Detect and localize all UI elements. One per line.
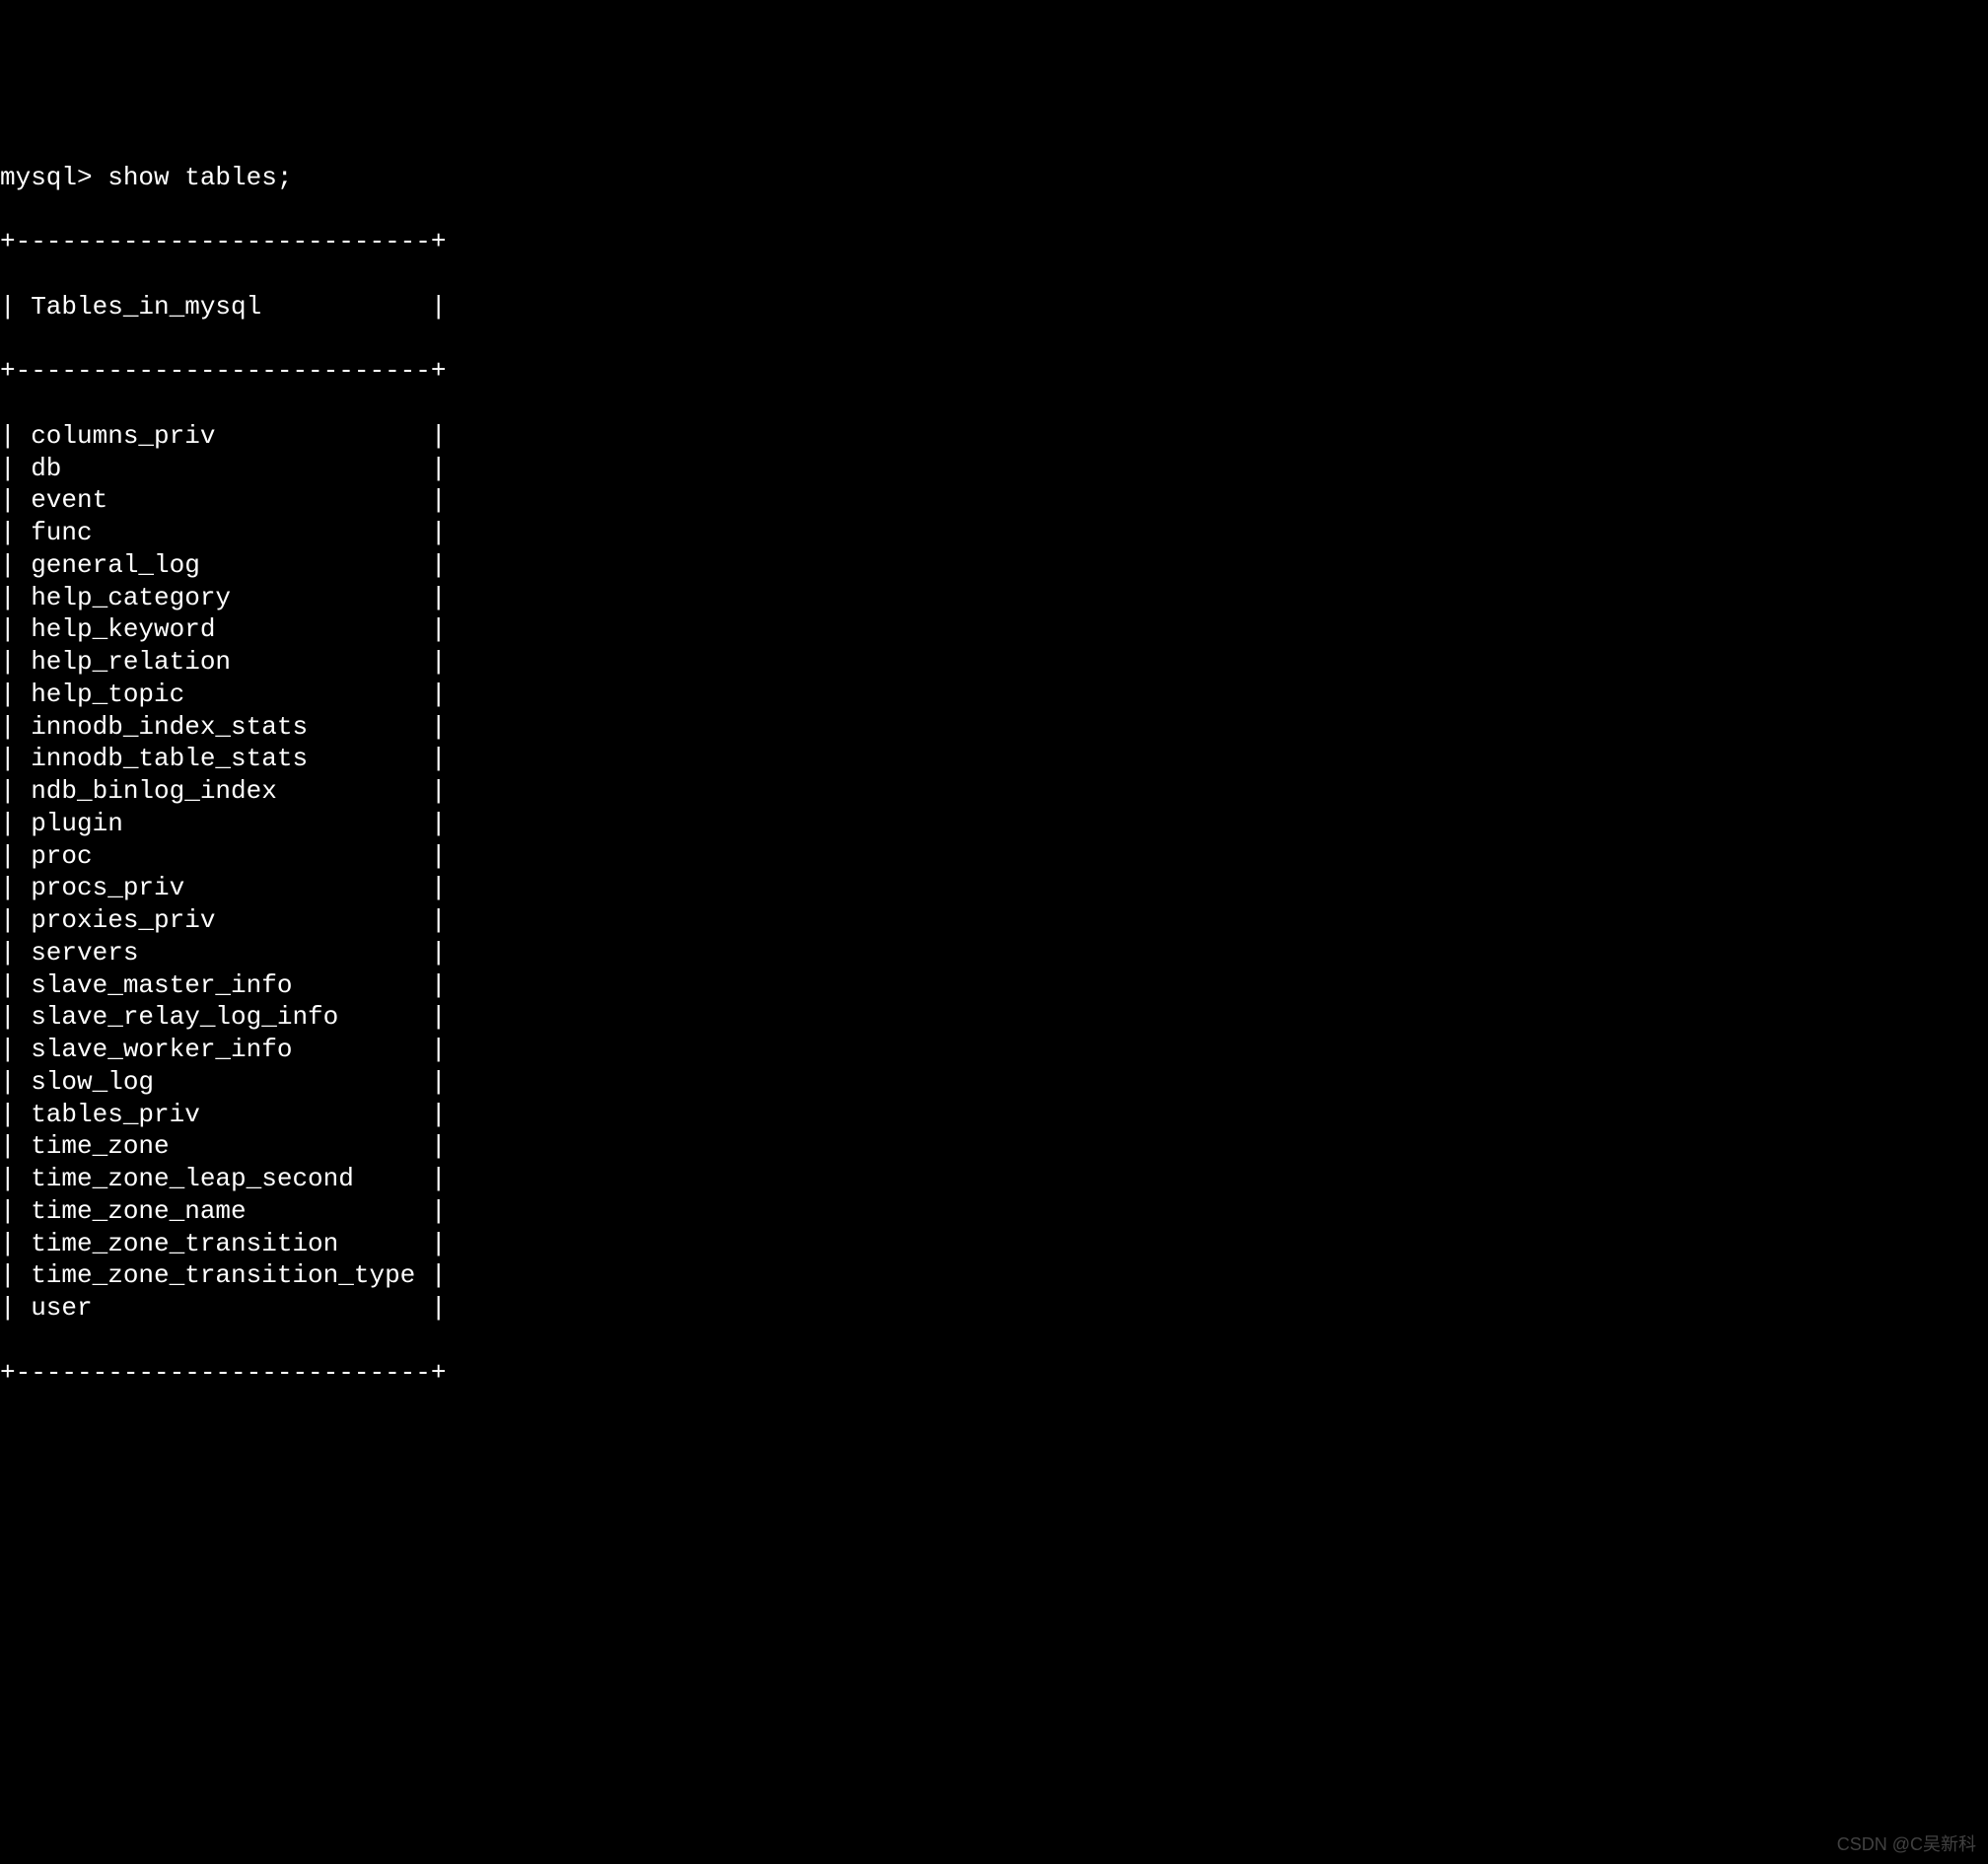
table-row: | tables_priv | xyxy=(0,1099,1988,1131)
table-row: | help_category | xyxy=(0,582,1988,614)
table-body: | columns_priv || db || event || func ||… xyxy=(0,420,1988,1325)
table-row: | proxies_priv | xyxy=(0,904,1988,937)
table-row: | help_keyword | xyxy=(0,613,1988,646)
table-row: | db | xyxy=(0,453,1988,485)
table-row: | slave_worker_info | xyxy=(0,1034,1988,1066)
table-header-row: | Tables_in_mysql | xyxy=(0,291,1988,323)
table-row: | event | xyxy=(0,484,1988,517)
table-row: | general_log | xyxy=(0,549,1988,582)
table-row: | time_zone_name | xyxy=(0,1195,1988,1228)
table-row: | time_zone | xyxy=(0,1130,1988,1163)
table-row: | time_zone_transition | xyxy=(0,1228,1988,1260)
watermark-text: CSDN @C吴新科 xyxy=(1837,1833,1976,1856)
table-row: | ndb_binlog_index | xyxy=(0,775,1988,808)
table-row: | slave_relay_log_info | xyxy=(0,1001,1988,1034)
table-row: | slave_master_info | xyxy=(0,969,1988,1002)
table-row: | time_zone_transition_type | xyxy=(0,1259,1988,1292)
table-row: | slow_log | xyxy=(0,1066,1988,1099)
command-line[interactable]: mysql> show tables; xyxy=(0,162,1988,194)
mysql-terminal-output: mysql> show tables; +-------------------… xyxy=(0,129,1988,1421)
table-row: | help_topic | xyxy=(0,679,1988,711)
table-row: | plugin | xyxy=(0,808,1988,840)
table-border-bottom: +---------------------------+ xyxy=(0,1357,1988,1390)
table-row: | columns_priv | xyxy=(0,420,1988,453)
table-row: | innodb_table_stats | xyxy=(0,743,1988,775)
table-row: | servers | xyxy=(0,937,1988,969)
table-row: | proc | xyxy=(0,840,1988,873)
mysql-prompt: mysql> xyxy=(0,163,107,192)
table-row: | user | xyxy=(0,1292,1988,1325)
table-row: | innodb_index_stats | xyxy=(0,711,1988,744)
table-row: | time_zone_leap_second | xyxy=(0,1163,1988,1195)
table-row: | procs_priv | xyxy=(0,872,1988,904)
table-row: | func | xyxy=(0,517,1988,549)
table-row: | help_relation | xyxy=(0,646,1988,679)
sql-command: show tables; xyxy=(107,163,292,192)
table-border-top: +---------------------------+ xyxy=(0,226,1988,258)
table-border-mid: +---------------------------+ xyxy=(0,355,1988,388)
